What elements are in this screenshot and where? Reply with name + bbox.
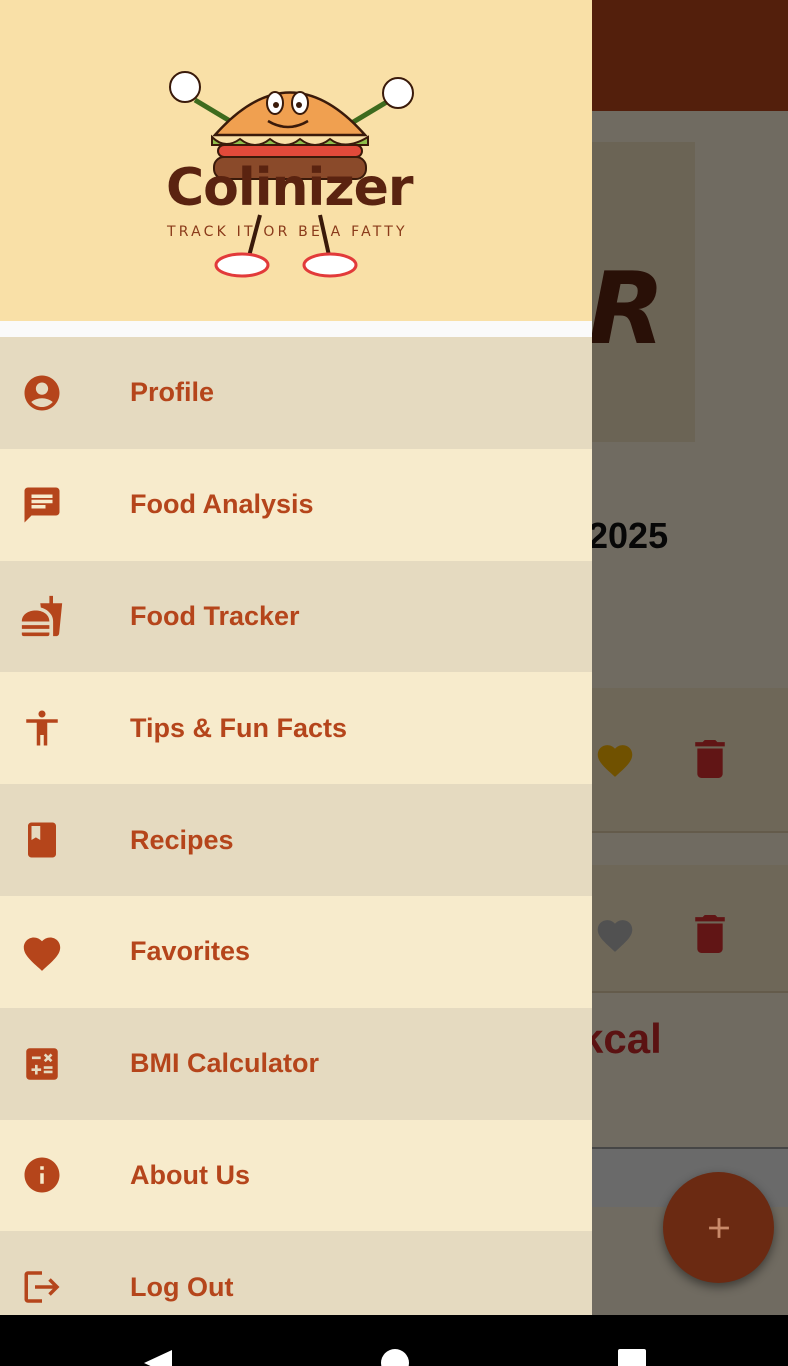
recents-icon[interactable] [617,1348,647,1366]
logo-title: Colinizer [166,158,414,218]
heart-icon [20,930,64,974]
message-icon [20,483,64,527]
fastfood-icon [20,594,64,638]
home-icon[interactable] [380,1348,410,1366]
logo-tagline: TRACK IT OR BE A FATTY [167,224,408,240]
menu-label: Food Tracker [130,600,300,631]
drawer-header: Colinizer TRACK IT OR BE A FATTY [0,0,592,321]
logout-icon [20,1265,64,1309]
menu-label: Favorites [130,936,251,967]
info-icon [20,1153,64,1197]
menu-label: BMI Calculator [130,1048,320,1079]
menu-label: Tips & Fun Facts [130,712,348,743]
menu-item-tips-fun-facts[interactable]: Tips & Fun Facts [0,672,592,785]
menu-item-log-out[interactable]: Log Out [0,1231,592,1315]
menu-item-about-us[interactable]: About Us [0,1119,592,1232]
account-circle-icon [20,371,64,415]
menu-item-bmi-calculator[interactable]: BMI Calculator [0,1007,592,1120]
menu-label: Food Analysis [130,489,314,520]
menu-label: Profile [130,377,215,408]
accessibility-icon [20,706,64,750]
system-navigation-bar [0,1315,788,1366]
menu-item-food-analysis[interactable]: Food Analysis [0,448,592,561]
add-button[interactable] [663,1172,774,1283]
menu-item-recipes[interactable]: Recipes [0,784,592,896]
menu-item-profile[interactable]: Profile [0,337,592,449]
drawer-menu: Profile Food Analysis Food Tracker Tips … [0,337,592,1315]
book-icon [20,818,64,862]
menu-label: Recipes [130,824,234,855]
menu-item-food-tracker[interactable]: Food Tracker [0,560,592,673]
back-icon[interactable] [140,1348,174,1366]
menu-item-favorites[interactable]: Favorites [0,895,592,1008]
calculator-icon [20,1042,64,1086]
plus-icon [708,1217,729,1238]
menu-label: About Us [130,1159,250,1190]
navigation-drawer: Colinizer TRACK IT OR BE A FATTY Profile… [0,0,592,1315]
menu-label: Log Out [130,1271,234,1302]
